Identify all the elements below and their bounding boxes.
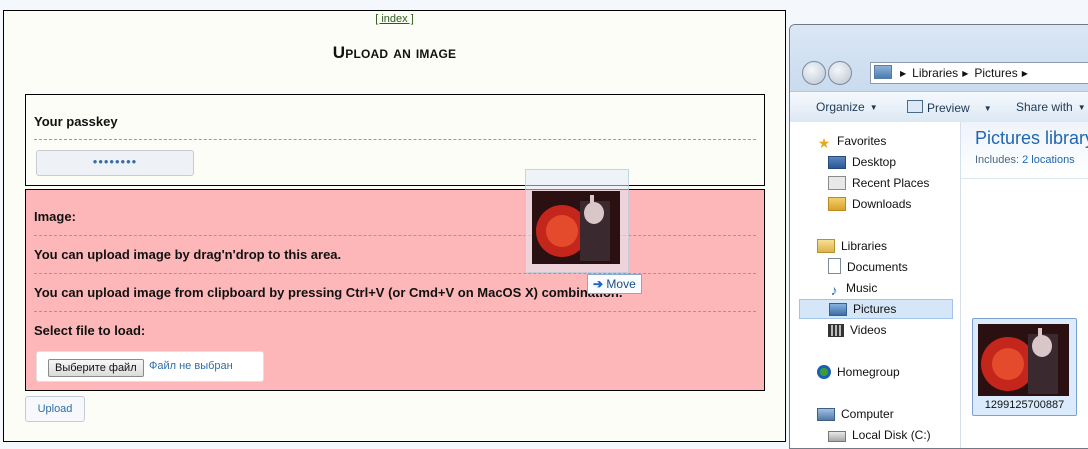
music-icon: ♪ <box>830 282 838 298</box>
desktop-icon <box>828 156 846 169</box>
nav-label: Recent Places <box>852 176 930 190</box>
nav-computer[interactable]: Computer <box>817 405 894 423</box>
includes-label: Includes: <box>975 154 1020 166</box>
passkey-input[interactable]: •••••••• <box>36 150 194 176</box>
index-link[interactable]: [ index ] <box>4 13 785 25</box>
library-title: Pictures library <box>975 128 1088 148</box>
videos-icon <box>828 324 844 337</box>
nav-label: Libraries <box>841 239 888 253</box>
star-icon: ★ <box>817 135 831 151</box>
nav-pictures[interactable]: Pictures <box>799 299 953 319</box>
upload-button[interactable]: Upload <box>25 396 85 422</box>
upload-page: [ index ] Upload an image Your passkey •… <box>3 10 786 442</box>
nav-label: Pictures <box>853 302 897 316</box>
file-name: 1299125700887 <box>984 399 1065 411</box>
image-label: Image: <box>34 209 76 224</box>
caret-down-icon: ▼ <box>1077 103 1086 112</box>
libraries-icon <box>817 239 835 253</box>
preview-label: Preview <box>927 101 970 115</box>
nav-label: Downloads <box>852 197 912 211</box>
move-arrow-icon: ➔ <box>593 277 604 291</box>
includes-locations-link[interactable]: 2 locations <box>1022 154 1075 166</box>
select-file-label: Select file to load: <box>34 323 146 338</box>
passkey-panel: Your passkey •••••••• <box>25 94 765 186</box>
explorer-toolbar: Organize ▼ Preview ▼ Share with ▼ <box>790 91 1088 123</box>
divider <box>34 235 756 236</box>
library-includes: Includes: 2 locations <box>975 154 1075 166</box>
nav-libraries[interactable]: Libraries <box>817 237 887 255</box>
nav-music[interactable]: ♪ Music <box>828 279 878 298</box>
caret-down-icon: ▼ <box>983 104 992 113</box>
drag-drop-hint: You can upload image by drag'n'drop to t… <box>34 247 342 262</box>
content-pane: Pictures library Includes: 2 locations 1… <box>961 122 1088 448</box>
nav-label: Favorites <box>837 134 887 148</box>
passkey-label: Your passkey <box>34 114 118 129</box>
organize-label: Organize <box>816 100 865 114</box>
nav-label: Local Disk (C:) <box>852 428 931 442</box>
downloads-folder-icon <box>828 197 846 211</box>
organize-button[interactable]: Organize ▼ <box>816 100 878 114</box>
nav-homegroup[interactable]: Homegroup <box>817 363 900 381</box>
chevron-right-icon: ▶ <box>962 69 969 78</box>
forward-button[interactable] <box>828 61 852 85</box>
nav-desktop[interactable]: Desktop <box>828 153 896 171</box>
chevron-right-icon: ▶ <box>900 69 907 78</box>
nav-documents[interactable]: Documents <box>828 258 908 276</box>
file-item[interactable]: 1299125700887 <box>972 318 1077 416</box>
divider <box>34 311 756 312</box>
nav-label: Documents <box>847 260 908 274</box>
breadcrumb-libraries[interactable]: Libraries <box>912 66 958 80</box>
nav-label: Homegroup <box>837 365 900 379</box>
nav-videos[interactable]: Videos <box>828 321 886 339</box>
pictures-icon <box>829 303 847 316</box>
computer-icon <box>817 408 835 421</box>
preview-icon <box>907 100 923 113</box>
divider <box>34 273 756 274</box>
library-header: Pictures library Includes: 2 locations <box>961 122 1088 179</box>
preview-button[interactable]: Preview ▼ <box>907 100 992 115</box>
dragged-image-thumbnail <box>532 191 620 264</box>
nav-label: Desktop <box>852 155 897 169</box>
file-status: Файл не выбран <box>149 360 233 372</box>
share-label: Share with <box>1016 100 1073 114</box>
move-tooltip-text: Move <box>606 277 636 291</box>
move-tooltip: ➔ Move <box>587 274 642 294</box>
nav-recent-places[interactable]: Recent Places <box>828 174 929 192</box>
homegroup-icon <box>817 365 831 379</box>
share-with-button[interactable]: Share with ▼ <box>1016 100 1086 114</box>
page-title: Upload an image <box>332 43 457 62</box>
documents-icon <box>828 258 841 274</box>
image-thumbnail <box>978 324 1069 396</box>
chevron-right-icon: ▶ <box>1021 69 1028 78</box>
image-drop-area[interactable]: Image: You can upload image by drag'n'dr… <box>25 189 765 391</box>
pictures-folder-icon <box>874 65 892 79</box>
recent-places-icon <box>828 176 846 190</box>
clipboard-hint: You can upload image from clipboard by p… <box>34 285 623 300</box>
divider <box>34 139 756 140</box>
nav-downloads[interactable]: Downloads <box>828 195 911 213</box>
nav-label: Computer <box>841 407 894 421</box>
breadcrumb-pictures[interactable]: Pictures <box>974 66 1017 80</box>
navigation-pane: ★ Favorites Desktop Recent Places Downloa… <box>790 122 961 448</box>
nav-local-disk[interactable]: Local Disk (C:) <box>828 426 931 444</box>
caret-down-icon: ▼ <box>869 103 878 112</box>
disk-icon <box>828 431 846 442</box>
back-button[interactable] <box>802 61 826 85</box>
address-bar[interactable]: ▶ Libraries ▶ Pictures ▶ <box>870 62 1088 84</box>
explorer-titlebar: ▶ Libraries ▶ Pictures ▶ <box>790 25 1088 91</box>
nav-label: Music <box>846 281 878 295</box>
explorer-window: ▶ Libraries ▶ Pictures ▶ Organize ▼ Preview ▼ … <box>789 24 1088 449</box>
nav-label: Videos <box>850 323 887 337</box>
drag-ghost-image <box>525 169 629 273</box>
file-input[interactable]: Выберите файл Файл не выбран <box>36 351 264 382</box>
choose-file-button[interactable]: Выберите файл <box>48 359 144 377</box>
nav-favorites[interactable]: ★ Favorites <box>817 132 887 151</box>
